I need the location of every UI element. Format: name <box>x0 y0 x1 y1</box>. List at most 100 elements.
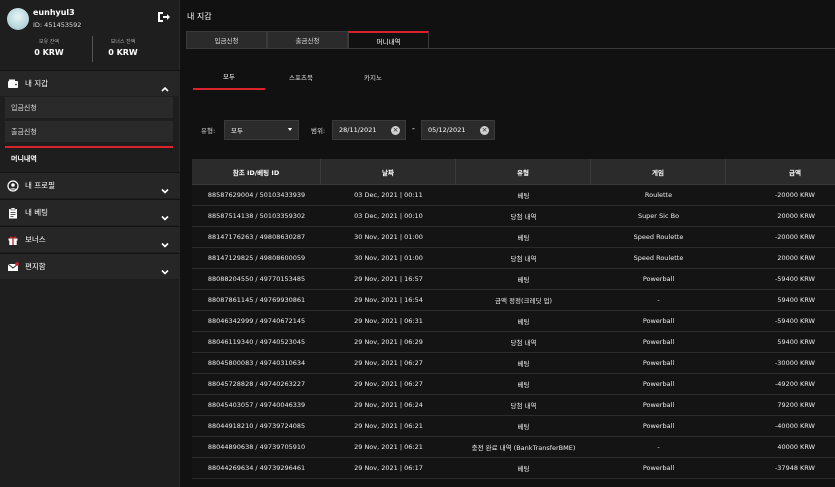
avatar[interactable] <box>7 8 29 30</box>
table-row[interactable]: 88044918210 / 49739724085 29 Nov, 2021 | … <box>192 416 835 437</box>
subtab-all[interactable]: 모두 <box>193 63 265 90</box>
table-row[interactable]: 88046119340 / 49740523045 29 Nov, 2021 | … <box>192 332 835 353</box>
cell-type: 베팅 <box>517 276 530 284</box>
table-row[interactable]: 88147176263 / 49808630287 30 Nov, 2021 | … <box>192 227 835 248</box>
chevron-down-icon[interactable] <box>160 235 170 248</box>
tab-deposit[interactable]: 입금신청 <box>186 31 267 49</box>
cell-ref-id: 88587629004 / 50103433939 <box>207 191 306 199</box>
tab-divider <box>186 48 835 49</box>
clear-icon[interactable]: × <box>480 126 489 135</box>
type-select-value: 모두 <box>231 127 243 135</box>
cell-type: 베팅 <box>517 192 530 200</box>
cell-date: 29 Nov, 2021 | 06:21 <box>354 422 423 430</box>
cell-amount: -30000 KRW <box>774 359 815 367</box>
sidebar-item-deposit[interactable]: 입금신청 <box>5 97 173 118</box>
cell-date: 29 Nov, 2021 | 06:17 <box>354 464 423 472</box>
cell-amount: 59400 KRW <box>777 296 815 304</box>
user-id: ID: 451453592 <box>33 21 82 29</box>
cell-amount: 20000 KRW <box>777 254 815 262</box>
username: eunhyul3 <box>33 8 75 17</box>
subtab-sportsbook[interactable]: 스포츠북 <box>265 63 337 90</box>
clear-icon[interactable]: × <box>391 126 400 135</box>
table-row[interactable]: 88044269634 / 49739296461 29 Nov, 2021 | … <box>192 458 835 479</box>
user-icon <box>7 179 19 192</box>
cell-ref-id: 88046119340 / 49740523045 <box>207 338 306 346</box>
date-from-value: 28/11/2021 <box>339 126 377 134</box>
table-header: 참조 ID/베팅 ID 날짜 유형 게임 금액 <box>192 159 835 185</box>
gift-icon <box>7 234 19 246</box>
sidebar-item-withdraw[interactable]: 출금신청 <box>5 121 173 142</box>
cell-game: Speed Roulette <box>633 233 684 241</box>
sidebar-item-money-history[interactable]: 머니내역 <box>5 148 173 169</box>
tab-withdraw[interactable]: 출금신청 <box>267 31 348 49</box>
type-filter-label: 유형: <box>201 127 216 135</box>
cell-date: 29 Nov, 2021 | 06:24 <box>354 401 423 409</box>
table-row[interactable]: 88087861145 / 49769930861 29 Nov, 2021 | … <box>192 290 835 311</box>
cell-date: 03 Dec, 2021 | 00:10 <box>354 212 423 220</box>
sidebar: eunhyul3 ID: 451453592 보유 잔액 0 KRW 보너스 잔… <box>0 0 180 487</box>
table-row[interactable]: 88147129825 / 49808600059 30 Nov, 2021 | … <box>192 248 835 269</box>
cell-type: 당첨 내역 <box>510 339 537 347</box>
wallet-icon <box>7 78 19 90</box>
cell-game: Powerball <box>642 275 675 283</box>
cell-date: 29 Nov, 2021 | 16:57 <box>354 275 423 283</box>
date-to-field[interactable]: 05/12/2021 × <box>421 120 495 140</box>
cell-amount: -59400 KRW <box>774 317 815 325</box>
range-filter-label: 범위: <box>311 127 326 135</box>
type-select[interactable]: 모두 <box>224 120 299 140</box>
cell-game: Roulette <box>644 191 673 199</box>
envelope-icon <box>7 261 19 273</box>
menu-profile[interactable]: 내 프로필 <box>0 172 180 198</box>
balance-bonus-value: 0 KRW <box>108 48 138 57</box>
date-to-value: 05/12/2021 <box>428 126 466 134</box>
table-row[interactable]: 88045728828 / 49740263227 29 Nov, 2021 | … <box>192 374 835 395</box>
cell-date: 29 Nov, 2021 | 06:31 <box>354 317 423 325</box>
cell-amount: -49200 KRW <box>774 380 815 388</box>
col-type: 유형 <box>456 159 591 184</box>
table-row[interactable]: 88044890638 / 49739705910 29 Nov, 2021 | … <box>192 437 835 458</box>
cell-date: 29 Nov, 2021 | 06:27 <box>354 359 423 367</box>
sidebar-item-money-history-label: 머니내역 <box>11 154 37 163</box>
cell-game: Powerball <box>642 380 675 388</box>
tab-money-history[interactable]: 머니내역 <box>348 31 429 49</box>
cell-game: Powerball <box>642 317 675 325</box>
subtab-casino[interactable]: 카지노 <box>337 63 409 90</box>
logout-icon[interactable] <box>156 9 170 23</box>
cell-game: Powerball <box>642 359 675 367</box>
cell-amount: -59400 KRW <box>774 275 815 283</box>
cell-game: - <box>657 296 660 304</box>
cell-ref-id: 88147129825 / 49808600059 <box>207 254 306 262</box>
cell-date: 03 Dec, 2021 | 00:11 <box>354 191 423 199</box>
cell-type: 당첨 내역 <box>510 402 537 410</box>
app-root: eunhyul3 ID: 451453592 보유 잔액 0 KRW 보너스 잔… <box>0 0 835 487</box>
table-row[interactable]: 88046342999 / 49740672145 29 Nov, 2021 | … <box>192 311 835 332</box>
chevron-down-icon[interactable] <box>160 262 170 275</box>
table-row[interactable]: 88045403057 / 49740046339 29 Nov, 2021 | … <box>192 395 835 416</box>
menu-bonus[interactable]: 보너스 <box>0 226 180 252</box>
sidebar-item-deposit-label: 입금신청 <box>11 103 37 112</box>
cell-amount: -20000 KRW <box>774 191 815 199</box>
cell-ref-id: 88045800083 / 49740310634 <box>207 359 306 367</box>
menu-wallet[interactable]: 내 지갑 <box>0 70 180 96</box>
table-row[interactable]: 88045800083 / 49740310634 29 Nov, 2021 | … <box>192 353 835 374</box>
table-row[interactable]: 88088204550 / 49770153485 29 Nov, 2021 | … <box>192 269 835 290</box>
cell-date: 30 Nov, 2021 | 01:00 <box>354 254 423 262</box>
cell-ref-id: 88147176263 / 49808630287 <box>207 233 306 241</box>
cell-ref-id: 88045403057 / 49740046339 <box>207 401 306 409</box>
cell-date: 29 Nov, 2021 | 06:29 <box>354 338 423 346</box>
cell-game: Powerball <box>642 422 675 430</box>
table-row[interactable]: 88587629004 / 50103433939 03 Dec, 2021 | … <box>192 185 835 206</box>
chevron-down-icon[interactable] <box>160 208 170 221</box>
chevron-down-icon[interactable] <box>160 181 170 194</box>
chevron-up-icon[interactable] <box>160 79 170 92</box>
table-row[interactable]: 88587514138 / 50103359302 03 Dec, 2021 | … <box>192 206 835 227</box>
date-from-field[interactable]: 28/11/2021 × <box>332 120 406 140</box>
col-ref-id: 참조 ID/베팅 ID <box>192 159 321 184</box>
menu-betting[interactable]: 내 베팅 <box>0 199 180 225</box>
category-tabs: 모두 스포츠북 카지노 <box>193 63 409 91</box>
menu-inbox[interactable]: 편지함 <box>0 253 180 279</box>
col-amount: 금액 <box>789 168 801 177</box>
caret-down-icon <box>288 128 292 131</box>
cell-ref-id: 88046342999 / 49740672145 <box>207 317 306 325</box>
cell-amount: -40000 KRW <box>774 422 815 430</box>
